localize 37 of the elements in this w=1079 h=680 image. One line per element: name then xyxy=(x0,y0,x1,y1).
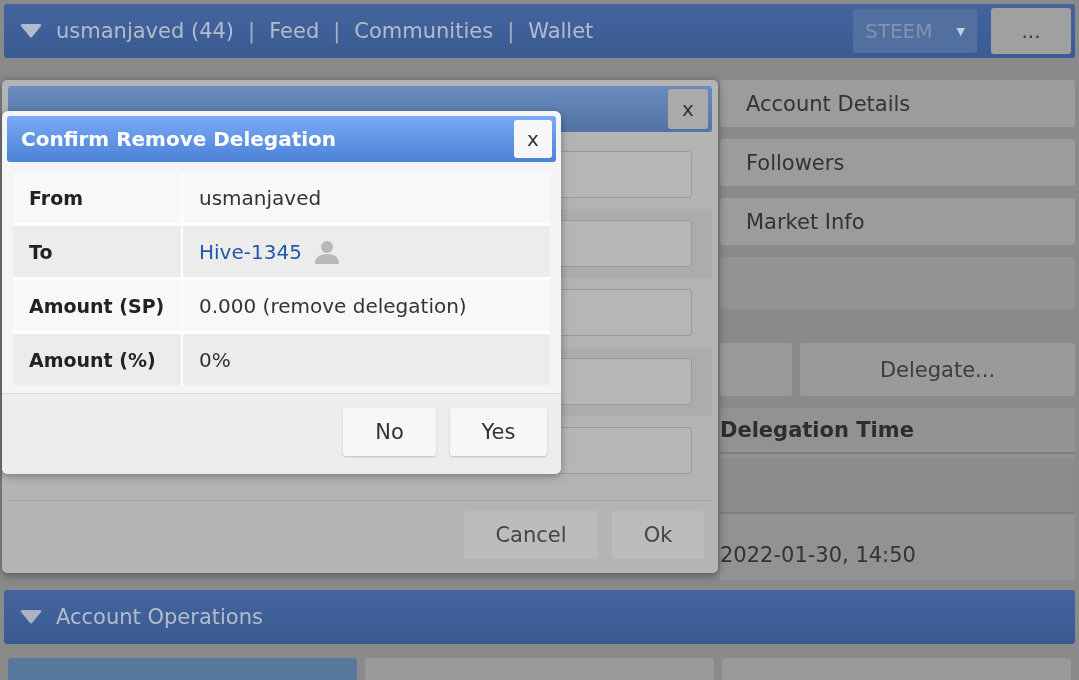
dialog-title: Confirm Remove Delegation xyxy=(21,127,337,151)
row-label: From xyxy=(13,172,181,223)
dialog-button[interactable]: Ok xyxy=(612,511,704,559)
caret-icon: ▼ xyxy=(956,24,965,38)
row-value: usmanjaved xyxy=(183,172,550,223)
dialog-button[interactable]: Yes xyxy=(450,408,547,456)
nav-link[interactable]: Feed xyxy=(269,19,320,43)
dialog-button[interactable]: Cancel xyxy=(464,511,598,559)
close-button[interactable]: x xyxy=(514,120,552,158)
row-label: Amount (%) xyxy=(13,334,181,385)
nav-link[interactable]: Wallet xyxy=(528,19,594,43)
column-header: Delegation Time xyxy=(720,408,1075,454)
menu-button[interactable]: Followers xyxy=(720,139,1075,186)
person-icon xyxy=(313,239,340,264)
row-label: Amount (SP) xyxy=(13,280,181,331)
table-cell-text: 2022-01-30, 14:50 xyxy=(720,542,917,569)
menu-button[interactable]: Market Info xyxy=(720,198,1075,245)
triangle-icon xyxy=(20,24,42,38)
nav-link[interactable]: Communities xyxy=(354,19,494,43)
section-header[interactable]: Account Operations xyxy=(4,590,1075,644)
menu-button[interactable]: Account Details xyxy=(720,80,1075,127)
delegate-button[interactable]: Delegate... xyxy=(800,343,1075,396)
triangle-icon xyxy=(20,610,42,624)
row-label: To xyxy=(13,226,181,277)
section-title: Account Operations xyxy=(56,605,263,629)
row-value: 0.000 (remove delegation) xyxy=(183,280,550,331)
close-button[interactable]: x xyxy=(668,89,708,129)
separator: | xyxy=(248,19,256,43)
action-button[interactable] xyxy=(720,343,792,396)
more-button[interactable]: ... xyxy=(991,8,1071,54)
account-link[interactable]: Hive-1345 xyxy=(199,239,302,264)
tab[interactable] xyxy=(8,658,357,680)
dialog-button[interactable]: No xyxy=(343,408,436,456)
row-value: 0% xyxy=(183,334,550,385)
separator: | xyxy=(507,19,515,43)
account-link[interactable]: usmanjaved (44) xyxy=(56,19,235,43)
separator: | xyxy=(333,19,341,43)
